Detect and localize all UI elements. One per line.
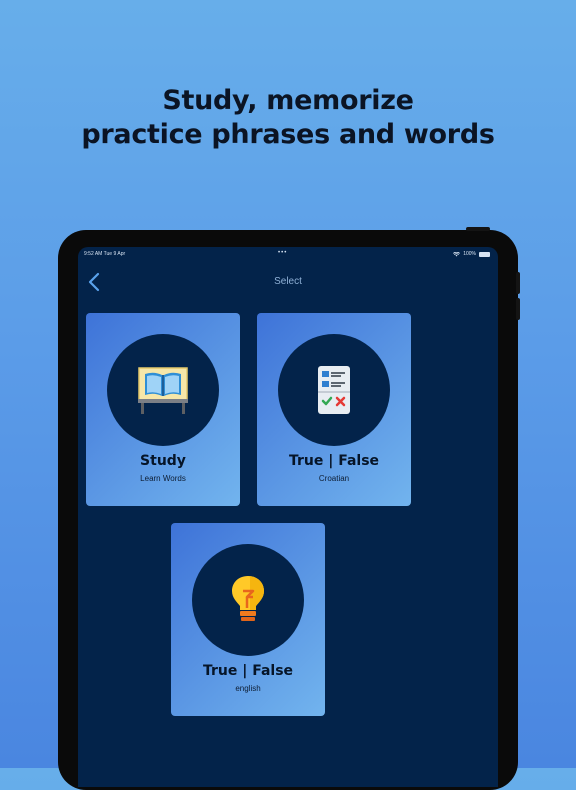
lightbulb-icon: [232, 576, 264, 621]
headline-line-2: practice phrases and words: [81, 119, 495, 150]
card-icon-circle: [192, 544, 304, 656]
card-title: True | False: [202, 663, 294, 679]
tablet-volume-down-button: [516, 298, 520, 320]
wifi-icon: [453, 251, 461, 256]
card-true-false-croatian[interactable]: True | False Croatian: [257, 313, 411, 506]
card-icon-circle: [107, 334, 219, 446]
book-stand-icon: [138, 367, 188, 414]
headline-line-1: Study, memorize: [162, 85, 414, 116]
tablet-top-button: [466, 227, 490, 231]
battery-percent: 100%: [463, 251, 476, 257]
tablet-volume-up-button: [516, 272, 520, 294]
checklist-icon: [318, 366, 350, 414]
card-subtitle: english: [235, 684, 261, 693]
card-true-false-english[interactable]: True | False english: [171, 523, 325, 716]
card-title: True | False: [288, 453, 380, 469]
status-bar: 9:52 AM Tue 9 Apr ••• 100%: [78, 250, 498, 260]
card-title: Study: [140, 453, 186, 469]
card-icon-circle: [278, 334, 390, 446]
status-right: 100%: [453, 251, 490, 257]
status-dots: •••: [278, 250, 288, 256]
card-subtitle: Learn Words: [140, 474, 186, 483]
status-time: 9:52 AM Tue 9 Apr: [84, 251, 126, 257]
battery-icon: [479, 251, 490, 257]
headline: Study, memorize practice phrases and wor…: [0, 84, 576, 152]
tablet-screen: 9:52 AM Tue 9 Apr ••• 100% Select Study …: [78, 247, 498, 787]
nav-title: Select: [274, 276, 302, 287]
card-subtitle: Croatian: [318, 474, 350, 483]
card-study[interactable]: Study Learn Words: [86, 313, 240, 506]
